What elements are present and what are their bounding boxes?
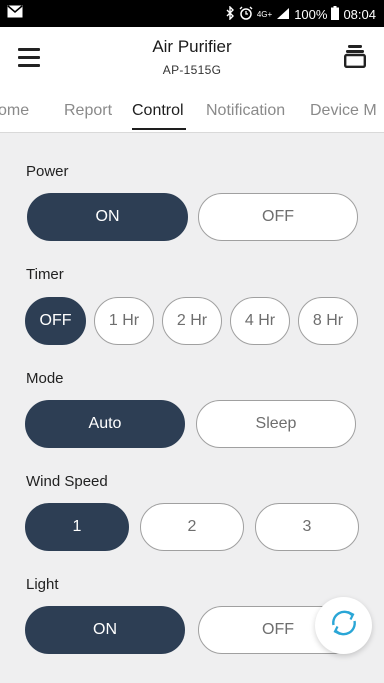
refresh-icon	[327, 606, 361, 645]
wind-speed-3-button[interactable]: 3	[255, 503, 359, 551]
tab-report[interactable]: Report	[64, 102, 112, 120]
timer-off-button[interactable]: OFF	[25, 297, 86, 345]
timer-8hr-button[interactable]: 8 Hr	[298, 297, 358, 345]
light-label: Light	[26, 576, 59, 593]
tab-control[interactable]: Control	[132, 102, 184, 120]
device-model: AP-1515G	[162, 63, 222, 77]
tab-bar: ome Report Control Notification Device M	[0, 89, 384, 133]
signal-icon	[276, 7, 290, 23]
timer-4hr-button[interactable]: 4 Hr	[230, 297, 290, 345]
network-type: 4G+	[256, 9, 273, 19]
status-bar: 4G+ 100% 08:04	[0, 0, 384, 27]
tab-device-management[interactable]: Device M	[310, 102, 377, 120]
power-off-button[interactable]: OFF	[198, 193, 358, 241]
mode-label: Mode	[26, 370, 64, 387]
page-title: Air Purifier	[152, 37, 232, 56]
wind-speed-1-button[interactable]: 1	[25, 503, 129, 551]
wind-speed-2-button[interactable]: 2	[140, 503, 244, 551]
app-bar: Air Purifier AP-1515G	[0, 27, 384, 89]
active-tab-indicator	[132, 128, 186, 130]
mode-sleep-button[interactable]: Sleep	[196, 400, 356, 448]
mode-auto-button[interactable]: Auto	[25, 400, 185, 448]
timer-1hr-button[interactable]: 1 Hr	[94, 297, 154, 345]
device-stack-icon[interactable]	[344, 44, 367, 69]
light-on-button[interactable]: ON	[25, 606, 185, 654]
message-icon	[7, 5, 23, 21]
power-on-button[interactable]: ON	[27, 193, 188, 241]
wind-speed-label: Wind Speed	[26, 473, 108, 490]
battery-icon	[331, 6, 340, 23]
status-right: 4G+ 100% 08:04	[226, 5, 376, 23]
bluetooth-icon	[226, 5, 235, 23]
power-label: Power	[26, 163, 69, 180]
timer-2hr-button[interactable]: 2 Hr	[162, 297, 222, 345]
clock: 08:04	[343, 7, 376, 22]
tab-home[interactable]: ome	[0, 102, 29, 120]
battery-percent: 100%	[294, 7, 328, 22]
refresh-button[interactable]	[315, 597, 372, 654]
tab-notification[interactable]: Notification	[206, 102, 285, 120]
timer-label: Timer	[26, 266, 64, 283]
alarm-icon	[239, 6, 253, 23]
